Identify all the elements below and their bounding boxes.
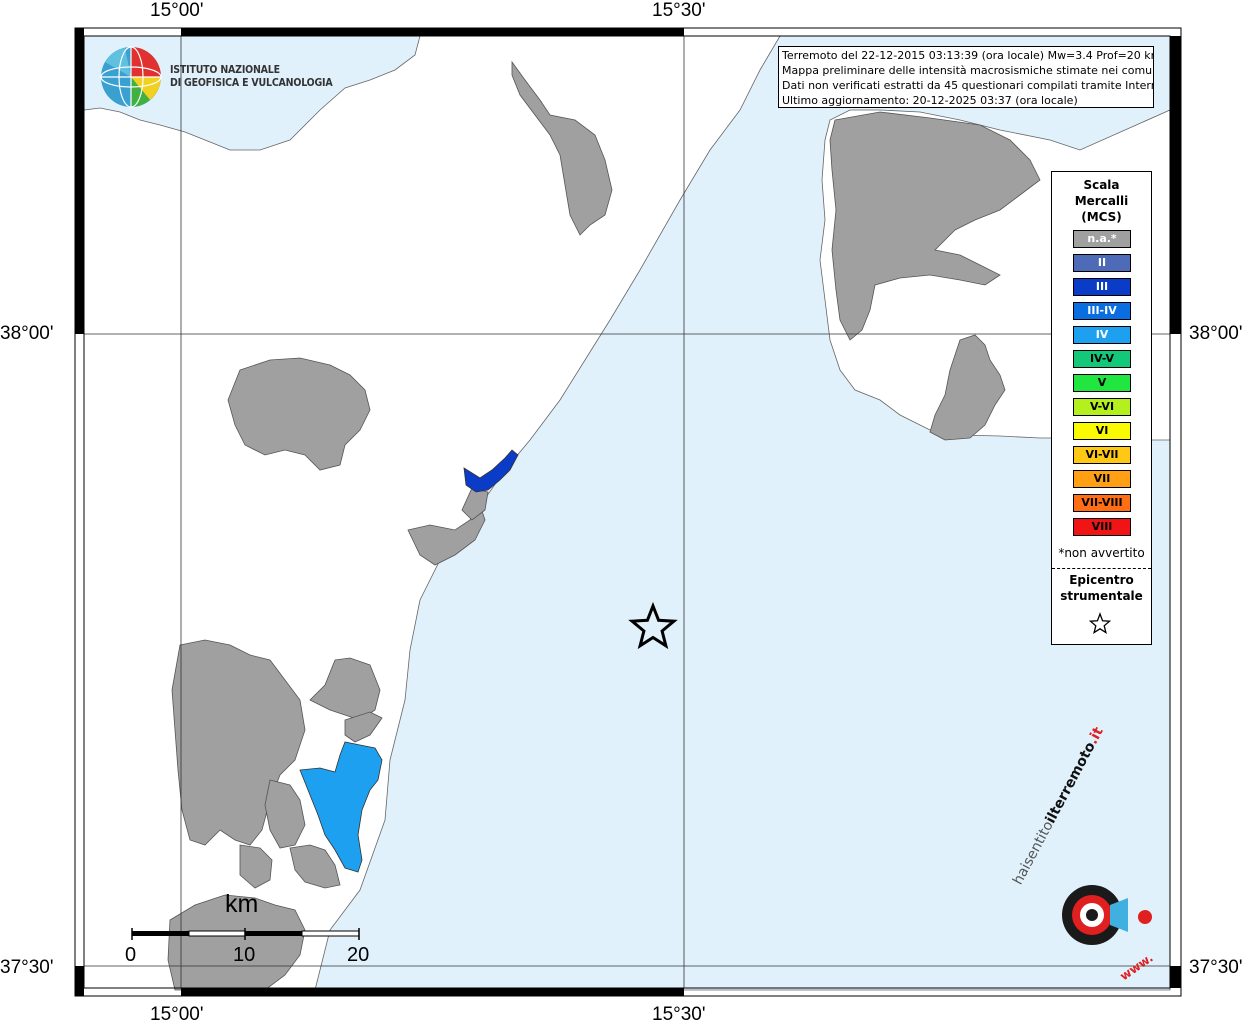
legend-swatch-5: IV-V bbox=[1073, 350, 1131, 368]
top-label-15-00: 15°00' bbox=[150, 0, 204, 21]
legend-note: *non avvertito bbox=[1058, 546, 1145, 560]
legend-title: Scala Mercalli (MCS) bbox=[1052, 177, 1151, 225]
right-label-37-30: 37°30' bbox=[1189, 957, 1243, 978]
legend-swatch-9: VI-VII bbox=[1073, 446, 1131, 464]
legend-swatch-8: VI bbox=[1073, 422, 1131, 440]
legend-title-line1: Scala bbox=[1083, 178, 1120, 192]
legend-star-icon bbox=[1088, 612, 1112, 635]
info-line4: Ultimo aggiornamento: 20-12-2025 03:37 (… bbox=[782, 94, 1078, 107]
legend-swatch-6: V bbox=[1073, 374, 1131, 392]
info-line3: Dati non verificati estratti da 45 quest… bbox=[782, 79, 1154, 92]
legend-swatch-4: IV bbox=[1073, 326, 1131, 344]
earthquake-info-box: Terremoto del 22-12-2015 03:13:39 (ora l… bbox=[778, 46, 1154, 108]
scale-label-20: 20 bbox=[347, 944, 370, 966]
legend-epicenter-line1: Epicentro bbox=[1069, 573, 1134, 587]
ingv-globe-icon bbox=[100, 46, 162, 108]
legend-title-line2: Mercalli bbox=[1074, 194, 1129, 208]
legend-title-line3: (MCS) bbox=[1081, 210, 1122, 224]
ingv-line2: DI GEOFISICA E VULCANOLOGIA bbox=[170, 77, 333, 89]
scale-label-10: 10 bbox=[233, 944, 256, 966]
legend-epicenter-label: Epicentro strumentale bbox=[1052, 572, 1151, 604]
legend-swatch-0: n.a.* bbox=[1073, 230, 1131, 248]
ingv-logo-text: ISTITUTO NAZIONALE DI GEOFISICA E VULCAN… bbox=[170, 64, 333, 90]
legend-swatch-10: VII bbox=[1073, 470, 1131, 488]
info-line1: Terremoto del 22-12-2015 03:13:39 (ora l… bbox=[782, 49, 1154, 62]
bottom-label-15-00: 15°00' bbox=[150, 1004, 204, 1025]
legend-swatch-2: III bbox=[1073, 278, 1131, 296]
left-label-37-30: 37°30' bbox=[0, 957, 54, 978]
top-label-15-30: 15°30' bbox=[652, 0, 706, 21]
legend-swatch-7: V-VI bbox=[1073, 398, 1131, 416]
legend-swatch-12: VIII bbox=[1073, 518, 1131, 536]
bottom-label-15-30: 15°30' bbox=[652, 1004, 706, 1025]
ingv-line1: ISTITUTO NAZIONALE bbox=[170, 64, 280, 76]
legend-swatch-1: II bbox=[1073, 254, 1131, 272]
legend-separator bbox=[1052, 568, 1151, 569]
mcs-legend: Scala Mercalli (MCS) n.a.* II III III-IV IV I… bbox=[1051, 171, 1152, 645]
info-line2: Mappa preliminare delle intensità macros… bbox=[782, 64, 1154, 77]
legend-swatch-3: III-IV bbox=[1073, 302, 1131, 320]
scale-unit: km bbox=[225, 890, 259, 918]
scale-label-0: 0 bbox=[125, 944, 137, 966]
legend-swatch-11: VII-VIII bbox=[1073, 494, 1131, 512]
right-label-38-00: 38°00' bbox=[1189, 323, 1243, 344]
left-label-38-00: 38°00' bbox=[0, 323, 54, 344]
legend-epicenter-line2: strumentale bbox=[1060, 589, 1143, 603]
